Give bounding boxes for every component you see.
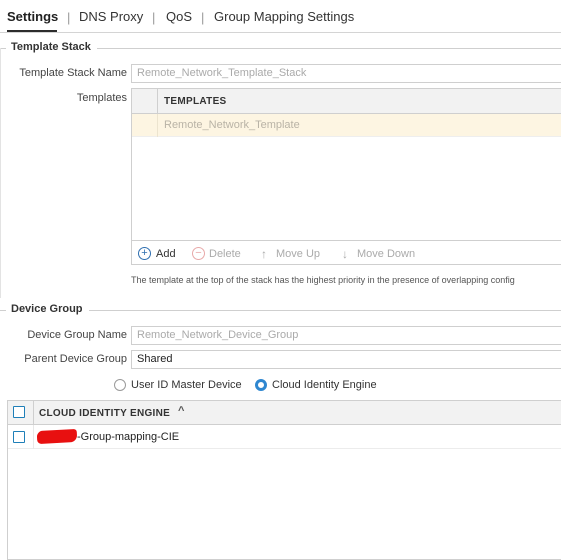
- template-stack-name-field[interactable]: Remote_Network_Template_Stack: [131, 64, 561, 83]
- tab-group-mapping-settings[interactable]: Group Mapping Settings: [214, 9, 354, 24]
- templates-label: Templates: [76, 92, 127, 104]
- cie-table: CLOUD IDENTITY ENGINE ^ -Group-mapping-C…: [7, 400, 561, 560]
- device-group-name-field[interactable]: Remote_Network_Device_Group: [131, 326, 561, 345]
- section-border-left: [0, 48, 1, 298]
- tab-settings[interactable]: Settings: [7, 9, 58, 24]
- header-column-divider: [157, 89, 158, 114]
- radio-user-id-master-device[interactable]: User ID Master Device: [114, 378, 249, 392]
- add-icon: +: [138, 247, 151, 260]
- move-up-button-label: Move Up: [276, 248, 321, 260]
- header-column-divider: [33, 401, 34, 425]
- device-group-section: Device Group: [0, 303, 561, 323]
- arrow-up-icon: ↑: [261, 247, 267, 261]
- tab-separator: |: [201, 10, 205, 25]
- add-button-label: Add: [156, 248, 176, 260]
- arrow-down-icon: ↓: [342, 247, 348, 261]
- row-column-divider: [157, 114, 158, 137]
- table-row[interactable]: Remote_Network_Template: [132, 114, 561, 137]
- delete-icon: −: [192, 247, 205, 260]
- delete-button-label: Delete: [209, 248, 241, 260]
- move-down-button-label: Move Down: [357, 248, 416, 260]
- device-group-title: Device Group: [11, 303, 89, 315]
- row-column-divider: [33, 425, 34, 449]
- tab-bar: Settings | DNS Proxy | QoS | Group Mappi…: [0, 0, 561, 33]
- radio-cie-label: Cloud Identity Engine: [272, 379, 377, 391]
- tab-separator: |: [67, 10, 71, 25]
- templates-column-header[interactable]: TEMPLATES: [164, 96, 227, 107]
- device-group-name-label: Device Group Name: [27, 329, 127, 341]
- tab-dns-proxy[interactable]: DNS Proxy: [79, 9, 143, 24]
- section-line: [86, 310, 561, 311]
- templates-grid-header: TEMPLATES: [132, 89, 561, 114]
- radio-cloud-identity-engine[interactable]: Cloud Identity Engine: [255, 378, 385, 392]
- radio-user-id-label: User ID Master Device: [131, 379, 242, 391]
- template-row-name: Remote_Network_Template: [164, 119, 300, 131]
- section-line-left: [0, 310, 6, 311]
- tab-bar-divider: [0, 32, 561, 33]
- tab-separator: |: [152, 10, 156, 25]
- select-all-checkbox[interactable]: [13, 406, 25, 418]
- section-line: [95, 48, 561, 49]
- radio-unselected-icon: [114, 379, 126, 391]
- radio-selected-icon: [255, 379, 267, 391]
- row-checkbox[interactable]: [13, 431, 25, 443]
- templates-grid: TEMPLATES Remote_Network_Template: [131, 88, 561, 265]
- redaction-mark: [36, 428, 78, 445]
- parent-device-group-label: Parent Device Group: [24, 353, 127, 365]
- template-priority-note: The template at the top of the stack has…: [131, 275, 515, 285]
- cie-table-header: CLOUD IDENTITY ENGINE ^: [8, 401, 561, 425]
- template-stack-name-label: Template Stack Name: [19, 67, 127, 79]
- sort-ascending-icon[interactable]: ^: [178, 405, 185, 417]
- toolbar-divider: [132, 240, 561, 241]
- cie-row-name: -Group-mapping-CIE: [77, 431, 180, 443]
- parent-device-group-select[interactable]: Shared: [131, 350, 561, 369]
- cie-column-header[interactable]: CLOUD IDENTITY ENGINE: [39, 408, 170, 419]
- template-stack-title: Template Stack: [11, 41, 97, 53]
- table-row[interactable]: -Group-mapping-CIE: [8, 425, 561, 449]
- tab-qos[interactable]: QoS: [166, 9, 192, 24]
